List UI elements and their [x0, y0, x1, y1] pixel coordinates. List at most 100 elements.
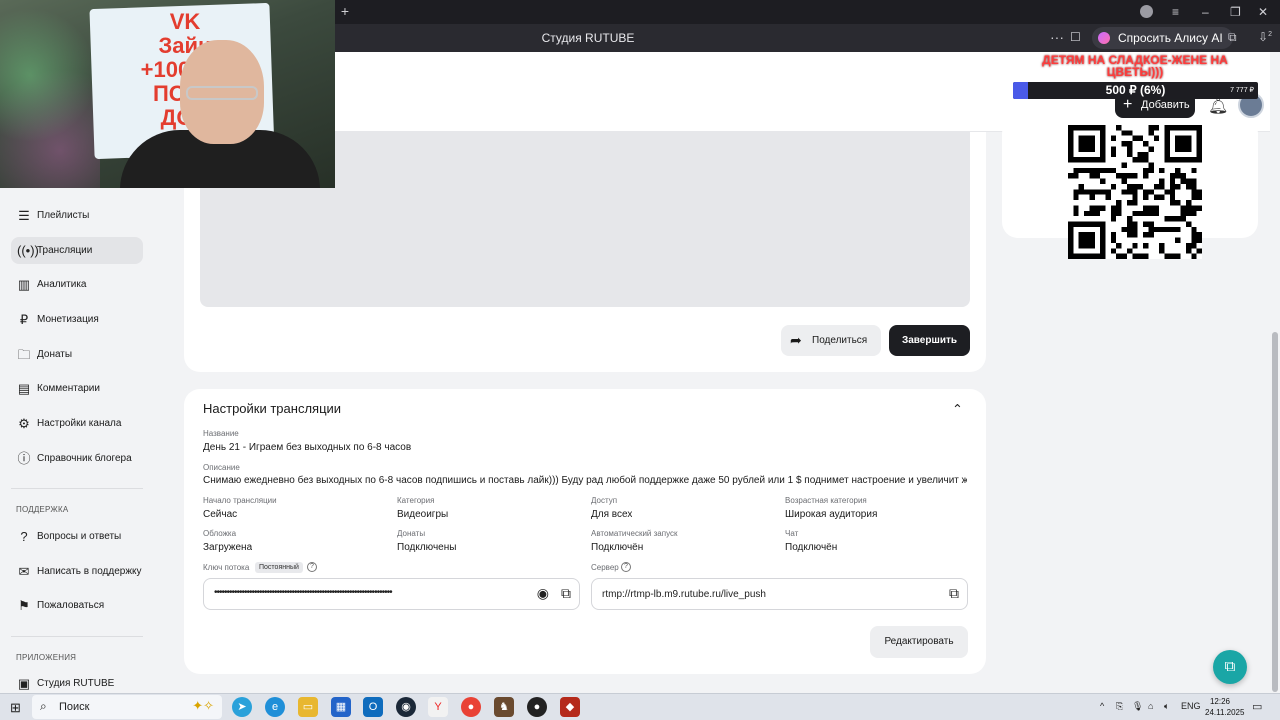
sidebar-item-label: Плейлисты: [37, 210, 90, 221]
info-icon: ⓘ: [17, 451, 31, 466]
copy-icon[interactable]: ⧉: [949, 585, 959, 602]
sidebar-item-broadcasts[interactable]: ((•)) Трансляции: [11, 237, 143, 264]
scrollbar-thumb[interactable]: [1272, 332, 1278, 692]
usb-icon[interactable]: ⎘: [1116, 701, 1123, 712]
donation-progress-text: 500 ₽ (6%): [1105, 83, 1166, 97]
sidebar-item-playlists[interactable]: ☰ Плейлисты: [11, 202, 143, 229]
server-value: rtmp://rtmp-lb.m9.rutube.ru/live_push: [602, 589, 766, 600]
category-label: Категория: [397, 496, 435, 505]
clock-time: 12:26: [1209, 697, 1231, 706]
downloads-count: 2: [1268, 31, 1272, 38]
taskbar-clock[interactable]: 12:26 24.11.2025: [1205, 696, 1245, 718]
chat-value: Подключён: [785, 542, 838, 553]
access-value: Для всех: [591, 509, 633, 520]
steam-icon[interactable]: ◉: [396, 697, 416, 717]
support-heading: ПОДДЕРЖКА: [16, 505, 69, 514]
app-icon[interactable]: ●: [527, 697, 547, 717]
ask-alisa-label: Спросить Алису AI: [1118, 31, 1223, 45]
access-label: Доступ: [591, 496, 618, 505]
sidebar-item-label: Монетизация: [37, 314, 99, 325]
bell-icon[interactable]: 🔔︎: [1208, 96, 1228, 116]
monetization-icon: ₽: [19, 312, 29, 327]
ask-alisa-button[interactable]: Спросить Алису AI: [1092, 27, 1233, 49]
notifications-icon[interactable]: ▭: [1252, 700, 1262, 713]
settings-title: Настройки трансляции: [203, 401, 342, 416]
sidebar-item-contact-support[interactable]: ✉ Написать в поддержку: [11, 558, 143, 585]
profile-icon[interactable]: [1140, 5, 1153, 18]
page-scrollbar[interactable]: [1270, 52, 1280, 693]
menu-icon[interactable]: ≡: [1172, 4, 1179, 20]
help-icon[interactable]: ?: [307, 562, 317, 572]
sidebar-item-faq[interactable]: ? Вопросы и ответы: [11, 523, 143, 550]
maximize-icon[interactable]: ❐: [1230, 4, 1241, 20]
yandex-browser-icon[interactable]: Y: [428, 697, 448, 717]
donations-value: Подключены: [397, 542, 457, 553]
donation-goal-amount: 7 777 ₽: [1230, 87, 1254, 94]
chevron-up-icon[interactable]: ^: [1100, 701, 1104, 711]
finish-button[interactable]: Завершить: [889, 325, 970, 356]
alisa-icon: [1098, 32, 1110, 44]
broadcast-icon: ((•)): [17, 243, 39, 258]
network-icon[interactable]: ⌂: [1148, 701, 1153, 711]
help-icon[interactable]: ?: [621, 562, 631, 572]
microphone-icon[interactable]: 🎙︎: [1132, 701, 1143, 712]
language-indicator[interactable]: ENG: [1181, 701, 1201, 711]
close-icon[interactable]: ✕: [1258, 4, 1268, 20]
volume-icon[interactable]: 🔈︎: [1164, 701, 1169, 712]
sidebar-item-channel-settings[interactable]: ⚙ Настройки канала: [11, 410, 143, 437]
store-icon[interactable]: ▦: [331, 697, 351, 717]
telegram-icon[interactable]: ➤: [232, 697, 252, 717]
sidebar-divider: [11, 488, 143, 489]
stream-key-field[interactable]: ••••••••••••••••••••••••••••••••••••••••…: [203, 578, 580, 610]
game-icon[interactable]: ♞: [494, 697, 514, 717]
downloads-icon[interactable]: ⇩2: [1258, 30, 1272, 44]
eye-icon[interactable]: ◉: [537, 585, 549, 602]
clock-date: 24.11.2025: [1205, 708, 1245, 717]
more-icon[interactable]: ···: [1050, 29, 1064, 45]
edit-button[interactable]: Редактировать: [870, 626, 968, 658]
minimize-icon[interactable]: –: [1202, 4, 1209, 20]
webcam-overlay: VK Зайц +100 К К ПОДП ДОН: [0, 0, 335, 188]
description-label: Описание: [203, 463, 240, 472]
copy-icon[interactable]: ⧉: [561, 585, 571, 602]
sidebar-item-donations[interactable]: 🗀︎ Донаты: [11, 341, 143, 368]
edge-icon[interactable]: e: [265, 697, 285, 717]
obs-icon[interactable]: ◆: [560, 697, 580, 717]
windows-start-icon[interactable]: ⊞: [10, 700, 21, 716]
autostart-value: Подключён: [591, 542, 644, 553]
bookmark-icon[interactable]: ☐: [1070, 30, 1081, 44]
sidebar-item-comments[interactable]: ▤ Комментарии: [11, 375, 143, 402]
help-circle-icon: ?: [20, 529, 28, 544]
chat-support-button[interactable]: ⧉: [1213, 650, 1247, 684]
sidebar-item-analytics[interactable]: ▥ Аналитика: [11, 271, 143, 298]
sidebar-item-label: Студия RUTUBE: [37, 678, 115, 689]
sidebar-item-monetization[interactable]: ₽ Монетизация: [11, 306, 143, 333]
mail-icon: ✉: [18, 564, 30, 579]
flag-icon: ⚑: [18, 598, 30, 613]
collections-icon[interactable]: ⧉: [1228, 30, 1237, 45]
share-button[interactable]: ➦ Поделиться: [781, 325, 881, 356]
chevron-up-icon[interactable]: ⌄: [952, 400, 963, 416]
sidebar-item-label: Вопросы и ответы: [37, 531, 122, 542]
name-value: День 21 - Играем без выходных по 6-8 час…: [203, 442, 412, 453]
server-field[interactable]: rtmp://rtmp-lb.m9.rutube.ru/live_push ⧉: [591, 578, 968, 610]
add-button-label: Добавить: [1141, 99, 1190, 111]
donation-goal-title: ДЕТЯМ НА СЛАДКОЕ-ЖЕНЕ НА ЦВЕТЫ))): [1042, 53, 1228, 79]
share-icon: ➦: [790, 332, 802, 348]
chat-label: Чат: [785, 529, 799, 538]
age-label: Возрастная категория: [785, 496, 867, 505]
new-tab-icon[interactable]: +: [337, 4, 353, 20]
start-label: Начало трансляции: [203, 496, 277, 505]
gear-icon: ⚙: [18, 416, 30, 431]
sidebar-item-report[interactable]: ⚑ Пожаловаться: [11, 592, 143, 619]
taskbar-search[interactable]: ⌕ Поиск ✦✧: [32, 695, 222, 719]
outlook-icon[interactable]: O: [363, 697, 383, 717]
stream-key-value: ••••••••••••••••••••••••••••••••••••••••…: [214, 587, 393, 598]
description-value: Снимаю ежедневно без выходных по 6-8 час…: [203, 475, 967, 486]
sidebar-item-blogger-guide[interactable]: ⓘ Справочник блогера: [11, 445, 143, 472]
sidebar-item-label: Пожаловаться: [37, 600, 105, 611]
chat-icon: ⧉: [1224, 658, 1236, 675]
file-explorer-icon[interactable]: ▭: [298, 697, 318, 717]
sparkle-icon: ✦✧: [192, 698, 214, 713]
chrome-icon[interactable]: ●: [461, 697, 481, 717]
